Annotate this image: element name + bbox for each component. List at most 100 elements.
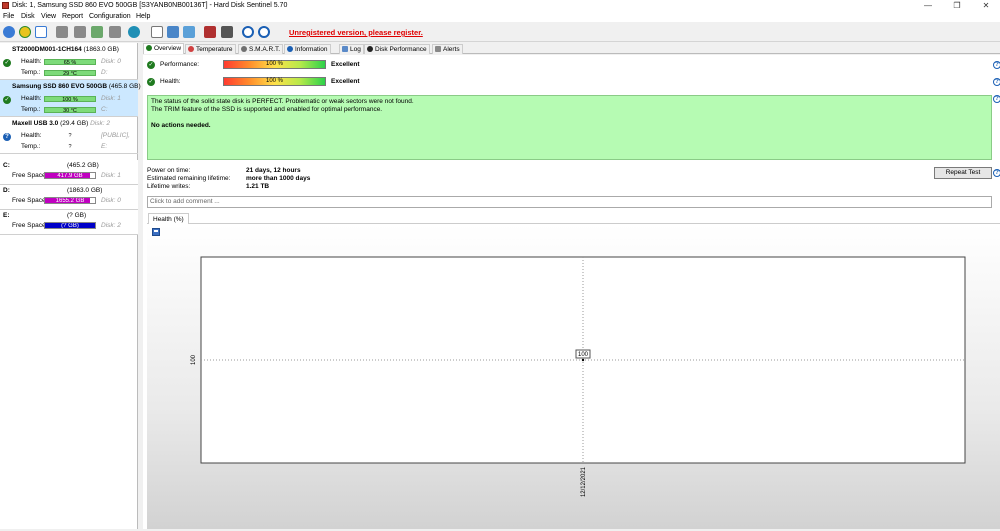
- chart-icon[interactable]: [204, 26, 216, 38]
- tab-alerts[interactable]: Alerts: [432, 44, 463, 54]
- check-icon: ✓: [147, 61, 155, 69]
- help-icon[interactable]: ?: [993, 169, 1000, 177]
- help-icon[interactable]: ?: [993, 61, 1000, 69]
- menu-view[interactable]: View: [41, 13, 56, 20]
- minimize-button[interactable]: —: [914, 0, 942, 12]
- health-value: Excellent: [331, 78, 360, 85]
- tab-smart[interactable]: S.M.A.R.T.: [238, 44, 284, 54]
- status-action: No actions needed.: [151, 122, 211, 129]
- disk-name: Samsung SSD 860 EVO 500GB (465.8 GB): [12, 83, 141, 90]
- title-bar: Disk: 1, Samsung SSD 860 EVO 500GB [S3YA…: [0, 0, 1000, 12]
- free-space-label: Free Space: [12, 222, 46, 229]
- menu-help[interactable]: Help: [136, 13, 150, 20]
- alerts-icon: [435, 46, 441, 52]
- performance-bar: 100 %: [223, 60, 326, 69]
- tool-1-icon[interactable]: [56, 26, 68, 38]
- close-button[interactable]: ✕: [972, 0, 1000, 12]
- disk-ref: Disk: 0: [101, 58, 121, 65]
- drive-ref: E:: [101, 143, 108, 150]
- tab-health-history[interactable]: Health (%): [148, 213, 189, 224]
- info-icon[interactable]: [258, 26, 270, 38]
- check-icon: ✓: [3, 59, 11, 67]
- tab-temperature[interactable]: Temperature: [185, 44, 236, 54]
- window-title: Disk: 1, Samsung SSD 860 EVO 500GB [S3YA…: [12, 2, 288, 9]
- tab-disk-performance[interactable]: Disk Performance: [364, 44, 430, 54]
- disk-item-1[interactable]: Samsung SSD 860 EVO 500GB (465.8 GB) ✓ H…: [0, 80, 141, 117]
- tab-overview[interactable]: Overview: [143, 43, 185, 54]
- help-icon[interactable]: ?: [993, 78, 1000, 86]
- help-icon[interactable]: [242, 26, 254, 38]
- disk-name: Maxell USB 3.0 (29.4 GB) Disk: 2: [12, 120, 110, 127]
- menu-disk[interactable]: Disk: [21, 13, 35, 20]
- drive-ref: D:: [101, 69, 108, 76]
- tool-2-icon[interactable]: [74, 26, 86, 38]
- settings-icon[interactable]: [221, 26, 233, 38]
- tab-bar: Overview Temperature S.M.A.R.T. Informat…: [143, 43, 1000, 54]
- tool-4-icon[interactable]: [109, 26, 121, 38]
- volume-disk-ref: Disk: 0: [101, 197, 121, 204]
- update-icon[interactable]: [183, 26, 195, 38]
- free-space-label: Free Space: [12, 172, 46, 179]
- volume-disk-ref: Disk: 2: [101, 222, 121, 229]
- thermometer-icon: [188, 46, 194, 52]
- volume-letter: D:: [3, 187, 10, 194]
- menu-report[interactable]: Report: [62, 13, 83, 20]
- maximize-button[interactable]: ❐: [943, 0, 971, 12]
- disk-item-2[interactable]: Maxell USB 3.0 (29.4 GB) Disk: 2 ? Healt…: [0, 117, 138, 154]
- temp-bar: 30 °C: [44, 107, 96, 114]
- tab-information[interactable]: Information: [284, 44, 331, 54]
- question-icon: ?: [3, 133, 11, 141]
- volume-item-e[interactable]: E: (? GB) Free Space (? GB) Disk: 2: [0, 210, 138, 235]
- disk-ref: Disk: 1: [101, 95, 121, 102]
- disk-item-0[interactable]: ST2000DM001-1CH164 (1863.0 GB) ✓ Health:…: [0, 43, 138, 80]
- save-icon[interactable]: [152, 228, 160, 236]
- health-chart-area: 100 12/12/2021 100: [147, 225, 1000, 529]
- globe-icon[interactable]: [128, 26, 140, 38]
- report-icon[interactable]: [151, 26, 163, 38]
- tab-log[interactable]: Log: [339, 44, 364, 54]
- toolbar: Unregistered version, please register.: [0, 22, 1000, 42]
- free-space-bar: (? GB): [44, 222, 96, 229]
- disk-health-icon[interactable]: [19, 26, 31, 38]
- temp-bar: ?: [44, 144, 96, 150]
- volume-letter: E:: [3, 212, 10, 219]
- status-line: The status of the solid state disk is PE…: [151, 98, 414, 105]
- temp-label: Temp.:: [21, 106, 41, 113]
- status-line: The TRIM feature of the SSD is supported…: [151, 106, 383, 113]
- health-label: Health:: [21, 132, 42, 139]
- log-icon: [342, 46, 348, 52]
- check-icon: ✓: [3, 96, 11, 104]
- repeat-test-button[interactable]: Repeat Test: [934, 167, 992, 179]
- unregistered-link[interactable]: Unregistered version, please register.: [289, 28, 423, 37]
- help-icon[interactable]: ?: [993, 95, 1000, 103]
- volume-item-d[interactable]: D: (1863.0 GB) Free Space 1655.2 GB Disk…: [0, 185, 138, 210]
- info-row: Lifetime writes: 1.21 TB: [147, 183, 270, 190]
- health-bar: ?: [44, 133, 96, 139]
- mail-icon[interactable]: [35, 26, 47, 38]
- menu-bar: File Disk View Report Configuration Help: [0, 12, 1000, 22]
- free-space-bar: 1655.2 GB: [44, 197, 96, 204]
- data-label: 100: [578, 352, 589, 358]
- menu-configuration[interactable]: Configuration: [89, 13, 131, 20]
- disk-ref: [PUBLIC],: [101, 132, 130, 139]
- volume-size: (1863.0 GB): [67, 187, 103, 194]
- comment-field[interactable]: Click to add comment ...: [147, 196, 992, 208]
- disk-name: ST2000DM001-1CH164 (1863.0 GB): [12, 46, 119, 53]
- disk-list-panel: ST2000DM001-1CH164 (1863.0 GB) ✓ Health:…: [0, 43, 141, 529]
- performance-label: Performance:: [160, 61, 200, 68]
- info-row: Power on time: 21 days, 12 hours: [147, 167, 301, 174]
- status-description: The status of the solid state disk is PE…: [147, 95, 992, 160]
- temp-label: Temp.:: [21, 69, 41, 76]
- volume-item-c[interactable]: C: (465.2 GB) Free Space 417.9 GB Disk: …: [0, 160, 138, 185]
- drive-ref: C:: [101, 106, 108, 113]
- health-bar: 65 %: [44, 59, 96, 66]
- check-icon: [146, 45, 152, 51]
- health-chart: 100 12/12/2021 100: [191, 256, 966, 497]
- health-label: Health:: [21, 58, 42, 65]
- x-tick-label: 12/12/2021: [581, 466, 587, 497]
- menu-file[interactable]: File: [3, 13, 14, 20]
- info-row: Estimated remaining lifetime: more than 1…: [147, 175, 311, 182]
- config-icon[interactable]: [167, 26, 179, 38]
- refresh-icon[interactable]: [3, 26, 15, 38]
- tool-3-icon[interactable]: [91, 26, 103, 38]
